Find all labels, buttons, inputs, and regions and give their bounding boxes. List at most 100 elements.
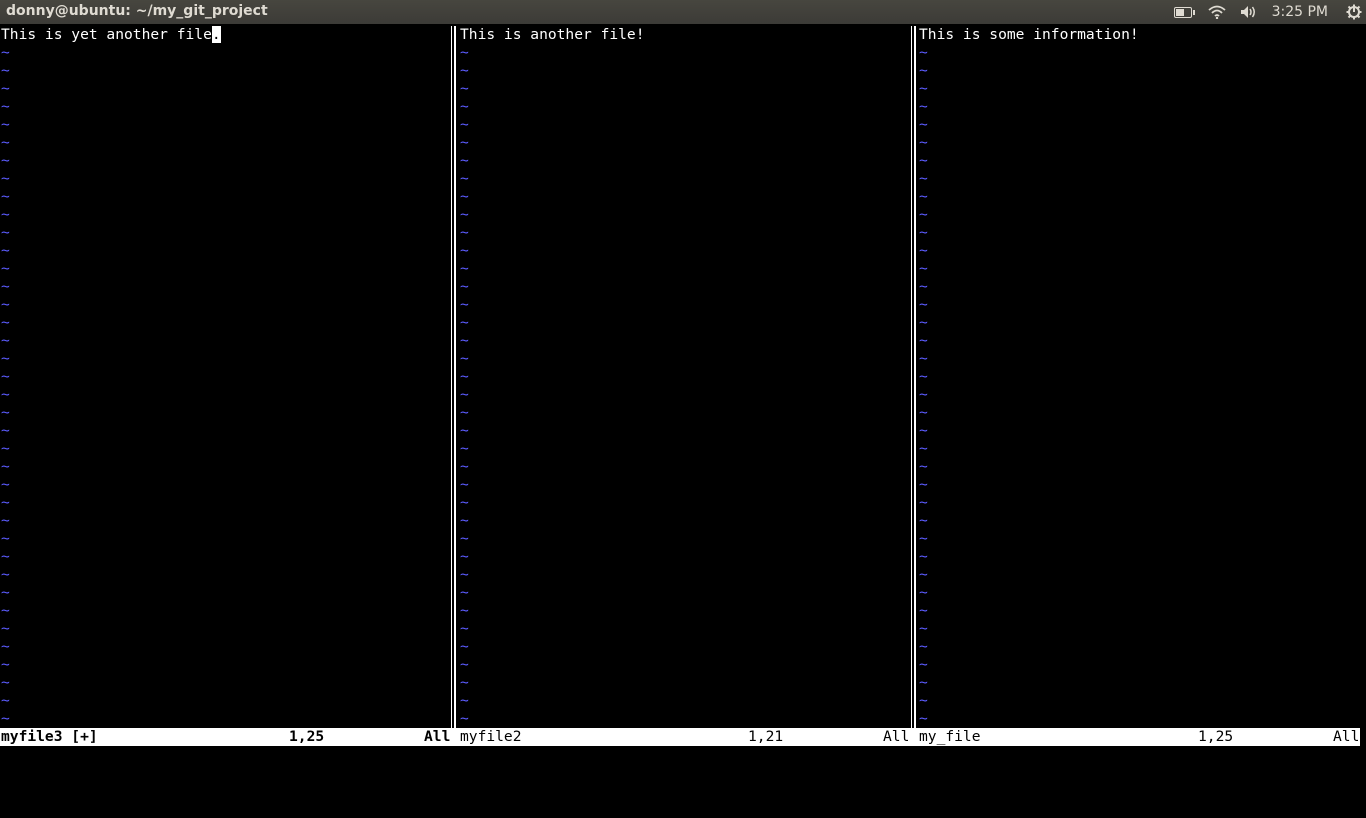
empty-line-marker: ~ bbox=[1, 62, 10, 79]
empty-line-marker: ~ bbox=[460, 170, 469, 187]
empty-line-marker: ~ bbox=[460, 116, 469, 133]
vim-pane-myfile2[interactable]: This is another file! ~ ~ ~ ~ ~ ~ ~ ~ ~ ~ ~ ~ ~ ~ ~ ~ ~ ~… bbox=[460, 26, 910, 728]
empty-line-marker: ~ bbox=[919, 296, 928, 313]
empty-line-marker: ~ bbox=[1, 440, 10, 457]
power-gear-icon[interactable] bbox=[1346, 4, 1362, 20]
clock[interactable]: 3:25 PM bbox=[1272, 4, 1328, 20]
empty-line-marker: ~ bbox=[919, 458, 928, 475]
empty-line-marker: ~ bbox=[1, 584, 10, 601]
empty-line-marker: ~ bbox=[919, 62, 928, 79]
buffer-line[interactable]: This is some information! bbox=[919, 26, 1366, 44]
empty-line-marker: ~ bbox=[1, 314, 10, 331]
empty-line-marker: ~ bbox=[919, 152, 928, 169]
empty-line-marker: ~ bbox=[919, 206, 928, 223]
empty-line-marker: ~ bbox=[1, 368, 10, 385]
wifi-icon[interactable] bbox=[1207, 5, 1226, 19]
empty-line-marker: ~ bbox=[460, 494, 469, 511]
statusline-my-file[interactable]: my_file 1,25 All bbox=[911, 728, 1360, 746]
empty-line-marker: ~ bbox=[919, 260, 928, 277]
empty-line-marker: ~ bbox=[460, 152, 469, 169]
empty-line-marker: ~ bbox=[460, 242, 469, 259]
buffer-text: This is yet another file bbox=[1, 26, 212, 43]
status-position: 1,25 bbox=[289, 728, 325, 745]
empty-line-marker: ~ bbox=[1, 152, 10, 169]
empty-line-marker: ~ bbox=[919, 674, 928, 691]
empty-line-marker: ~ bbox=[460, 638, 469, 655]
empty-line-marker: ~ bbox=[919, 116, 928, 133]
status-scroll: All bbox=[424, 728, 451, 745]
empty-line-marker: ~ bbox=[919, 710, 928, 727]
empty-line-marker: ~ bbox=[460, 566, 469, 583]
empty-line-markers: ~ ~ ~ ~ ~ ~ ~ ~ ~ ~ ~ ~ ~ ~ ~ ~ ~ ~ ~ ~ ~ ~ ~ ~ ~ ~ ~ ~ ~ ~ ~ ~ ~ ~ ~ ~ ~ ~ bbox=[1, 44, 451, 728]
empty-line-marker: ~ bbox=[460, 260, 469, 277]
empty-line-marker: ~ bbox=[460, 710, 469, 727]
empty-line-marker: ~ bbox=[1, 476, 10, 493]
statusline-myfile2[interactable]: myfile2 1,21 All bbox=[451, 728, 911, 746]
empty-line-marker: ~ bbox=[1, 242, 10, 259]
volume-icon[interactable] bbox=[1240, 5, 1258, 19]
empty-line-marker: ~ bbox=[460, 224, 469, 241]
vim-pane-myfile3[interactable]: This is yet another file. ~ ~ ~ ~ ~ ~ ~ ~ ~ ~ ~ ~ ~ ~… bbox=[1, 26, 451, 728]
empty-line-marker: ~ bbox=[919, 368, 928, 385]
empty-line-marker: ~ bbox=[460, 458, 469, 475]
empty-line-marker: ~ bbox=[919, 656, 928, 673]
statusline-myfile3[interactable]: myfile3 [+] 1,25 All bbox=[0, 728, 451, 746]
status-scroll: All bbox=[1333, 728, 1360, 745]
buffer-line[interactable]: This is another file! bbox=[460, 26, 910, 44]
empty-line-marker: ~ bbox=[919, 314, 928, 331]
empty-line-marker: ~ bbox=[919, 584, 928, 601]
empty-line-marker: ~ bbox=[919, 566, 928, 583]
empty-line-marker: ~ bbox=[919, 692, 928, 709]
empty-line-marker: ~ bbox=[460, 422, 469, 439]
empty-line-marker: ~ bbox=[460, 602, 469, 619]
empty-line-marker: ~ bbox=[460, 314, 469, 331]
empty-line-marker: ~ bbox=[460, 386, 469, 403]
buffer-line[interactable]: This is yet another file. bbox=[1, 26, 451, 44]
empty-line-marker: ~ bbox=[1, 512, 10, 529]
empty-line-marker: ~ bbox=[460, 530, 469, 547]
empty-line-marker: ~ bbox=[460, 80, 469, 97]
empty-line-marker: ~ bbox=[1, 404, 10, 421]
empty-line-marker: ~ bbox=[1, 710, 10, 727]
empty-line-marker: ~ bbox=[1, 458, 10, 475]
empty-line-marker: ~ bbox=[1, 422, 10, 439]
status-position: 1,21 bbox=[748, 728, 784, 745]
empty-line-marker: ~ bbox=[460, 332, 469, 349]
empty-line-marker: ~ bbox=[460, 206, 469, 223]
empty-line-marker: ~ bbox=[460, 188, 469, 205]
empty-line-marker: ~ bbox=[919, 98, 928, 115]
empty-line-marker: ~ bbox=[460, 134, 469, 151]
vertical-split-separator[interactable] bbox=[451, 26, 456, 728]
empty-line-marker: ~ bbox=[919, 620, 928, 637]
empty-line-marker: ~ bbox=[919, 332, 928, 349]
status-scroll: All bbox=[883, 728, 910, 745]
empty-line-marker: ~ bbox=[460, 440, 469, 457]
empty-line-marker: ~ bbox=[919, 638, 928, 655]
empty-line-marker: ~ bbox=[1, 296, 10, 313]
empty-line-marker: ~ bbox=[1, 98, 10, 115]
empty-line-marker: ~ bbox=[460, 296, 469, 313]
empty-line-marker: ~ bbox=[460, 62, 469, 79]
empty-line-marker: ~ bbox=[919, 494, 928, 511]
empty-line-marker: ~ bbox=[1, 602, 10, 619]
empty-line-marker: ~ bbox=[1, 44, 10, 61]
empty-line-marker: ~ bbox=[1, 224, 10, 241]
battery-icon[interactable] bbox=[1173, 6, 1195, 18]
empty-line-marker: ~ bbox=[1, 332, 10, 349]
empty-line-marker: ~ bbox=[919, 602, 928, 619]
empty-line-marker: ~ bbox=[460, 548, 469, 565]
vim-pane-my-file[interactable]: This is some information! ~ ~ ~ ~ ~ ~ ~ ~ ~ ~ ~ ~ ~ ~… bbox=[919, 26, 1366, 728]
empty-line-marker: ~ bbox=[1, 170, 10, 187]
empty-line-marker: ~ bbox=[919, 80, 928, 97]
empty-line-marker: ~ bbox=[460, 350, 469, 367]
empty-line-marker: ~ bbox=[919, 224, 928, 241]
empty-line-marker: ~ bbox=[460, 368, 469, 385]
empty-line-marker: ~ bbox=[919, 422, 928, 439]
vertical-split-separator[interactable] bbox=[911, 26, 916, 728]
empty-line-marker: ~ bbox=[460, 98, 469, 115]
empty-line-marker: ~ bbox=[460, 476, 469, 493]
empty-line-marker: ~ bbox=[1, 566, 10, 583]
empty-line-marker: ~ bbox=[1, 206, 10, 223]
empty-line-marker: ~ bbox=[460, 656, 469, 673]
vim-terminal[interactable]: This is yet another file. ~ ~ ~ ~ ~ ~ ~ ~ ~ ~ ~ ~ ~ ~… bbox=[0, 26, 1366, 746]
